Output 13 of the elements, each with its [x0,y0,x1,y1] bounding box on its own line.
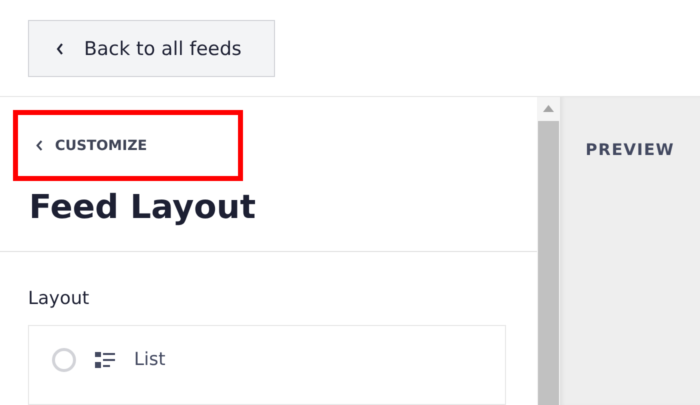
preview-heading: PREVIEW [586,140,674,160]
layout-option[interactable]: List [28,325,506,405]
back-button[interactable]: Back to all feeds [28,20,275,77]
chevron-left-icon [56,42,64,54]
list-icon [95,352,115,369]
chevron-left-icon [36,140,43,151]
customize-link[interactable]: CUSTOMIZE [13,110,243,181]
page-title: Feed Layout [29,187,257,226]
scroll-up-icon[interactable] [543,105,554,112]
radio-button[interactable] [52,348,76,372]
scrollbar[interactable] [537,97,560,405]
section-label: Layout [28,288,90,309]
option-label: List [134,348,166,372]
